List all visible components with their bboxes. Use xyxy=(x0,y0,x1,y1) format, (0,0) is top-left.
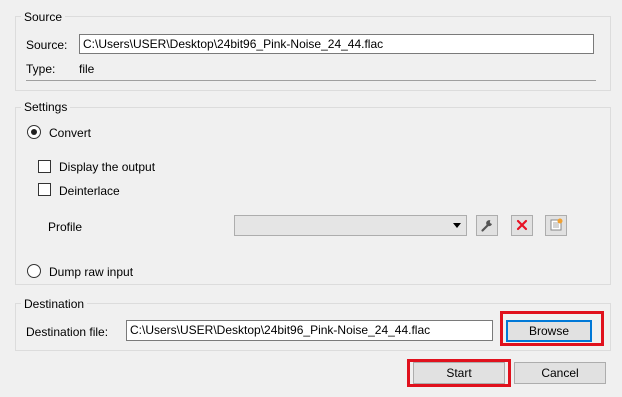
destination-file-field[interactable]: C:\Users\USER\Desktop\24bit96_Pink-Noise… xyxy=(126,320,493,341)
source-group-title: Source xyxy=(21,10,66,24)
dump-raw-radio[interactable] xyxy=(27,264,41,278)
start-highlight xyxy=(407,359,511,387)
delete-profile-button[interactable] xyxy=(511,215,533,236)
settings-group-title: Settings xyxy=(21,100,71,114)
deinterlace-label[interactable]: Deinterlace xyxy=(59,184,120,198)
type-value: file xyxy=(79,62,95,76)
type-label: Type: xyxy=(26,62,56,76)
new-profile-button[interactable] xyxy=(545,215,567,236)
edit-profile-button[interactable] xyxy=(476,215,498,236)
display-output-checkbox[interactable] xyxy=(38,160,51,173)
source-separator xyxy=(26,80,596,81)
convert-radio[interactable] xyxy=(27,125,41,139)
new-profile-icon xyxy=(550,218,563,231)
dump-raw-label[interactable]: Dump raw input xyxy=(49,265,133,279)
source-label: Source: xyxy=(26,38,68,52)
source-path-field[interactable]: C:\Users\USER\Desktop\24bit96_Pink-Noise… xyxy=(79,34,594,54)
browse-highlight xyxy=(500,311,604,346)
wrench-icon xyxy=(481,220,492,232)
chevron-down-icon xyxy=(453,223,461,228)
deinterlace-checkbox[interactable] xyxy=(38,183,51,196)
destination-file-label: Destination file: xyxy=(26,325,109,339)
destination-group-title: Destination xyxy=(21,297,88,311)
display-output-label[interactable]: Display the output xyxy=(59,160,155,174)
convert-label[interactable]: Convert xyxy=(49,126,91,140)
close-icon xyxy=(516,219,528,231)
cancel-button[interactable]: Cancel xyxy=(514,362,606,384)
profile-label: Profile xyxy=(48,220,83,234)
profile-dropdown[interactable] xyxy=(234,215,467,236)
